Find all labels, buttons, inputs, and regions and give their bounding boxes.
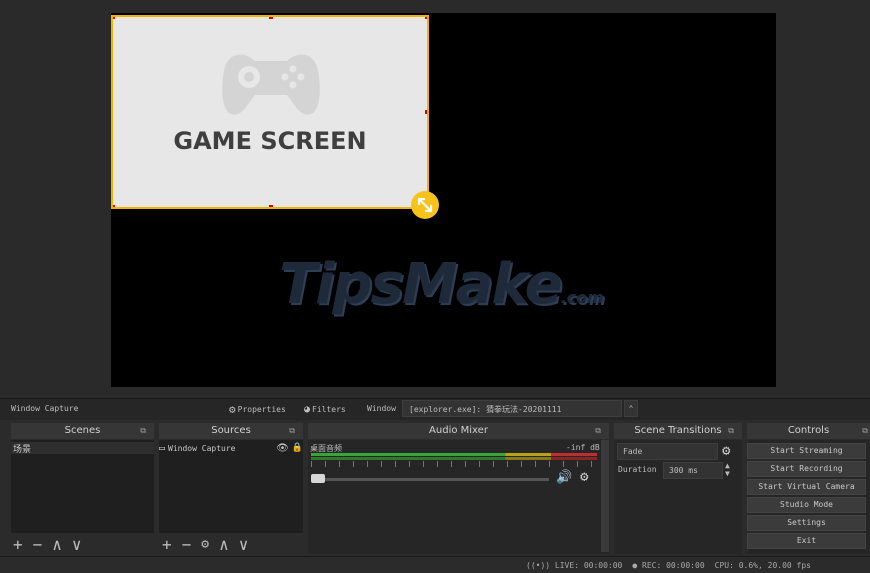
gear-icon: ⚙ <box>229 402 236 416</box>
resize-handle[interactable] <box>113 205 115 207</box>
record-icon: ● <box>632 561 638 570</box>
scene-item[interactable]: 场景 <box>11 442 154 455</box>
float-icon[interactable]: ⧉ <box>140 423 146 439</box>
chevron-updown-icon[interactable]: ⌃ <box>624 400 638 417</box>
move-down-icon[interactable]: ∨ <box>72 535 82 554</box>
start-streaming-button[interactable]: Start Streaming <box>747 443 866 459</box>
float-icon[interactable]: ⧉ <box>595 423 601 439</box>
start-recording-button[interactable]: Start Recording <box>747 461 866 477</box>
scrollbar[interactable] <box>601 440 609 552</box>
selected-source-name: Window Capture <box>11 404 79 413</box>
resize-handle[interactable] <box>269 205 273 207</box>
move-up-icon[interactable]: ∧ <box>52 535 62 554</box>
filter-icon: ◕ <box>304 403 311 415</box>
resize-icon[interactable] <box>411 191 439 219</box>
audio-mixer-title: Audio Mixer <box>429 425 488 436</box>
controls-title: Controls <box>787 425 830 436</box>
resize-handle[interactable] <box>113 17 115 19</box>
volume-slider[interactable] <box>311 478 549 481</box>
window-select[interactable]: [explorer.exe]: 猜拳玩法-20201111 <box>402 400 622 417</box>
start-virtual-camera-button[interactable]: Start Virtual Camera <box>747 479 866 495</box>
live-status: ((•)) LIVE: 00:00:00 <box>526 561 622 570</box>
move-down-icon[interactable]: ∨ <box>239 535 249 554</box>
rec-time: REC: 00:00:00 <box>642 561 705 570</box>
gamepad-icon <box>222 54 320 115</box>
scenes-title: Scenes <box>64 425 101 436</box>
game-screen-source[interactable]: GAME SCREEN <box>111 15 429 209</box>
float-icon[interactable]: ⧉ <box>289 423 295 439</box>
properties-label: Properties <box>237 404 286 414</box>
game-screen-label: GAME SCREEN <box>173 127 367 155</box>
resize-handle[interactable] <box>425 17 427 19</box>
speaker-icon[interactable]: 🔊 <box>556 470 572 485</box>
cpu-status: CPU: 0.6%, 20.00 fps <box>714 561 811 570</box>
add-icon[interactable]: + <box>13 535 23 554</box>
scenes-toolbar: + − ∧ ∨ <box>13 533 82 555</box>
sources-title: Sources <box>211 425 251 436</box>
source-item[interactable]: ▭ Window Capture 👁 🔒 <box>159 442 303 454</box>
source-item-label: Window Capture <box>168 443 236 453</box>
meter-ticks <box>311 461 597 467</box>
live-time: LIVE: 00:00:00 <box>554 561 623 570</box>
duration-input[interactable]: 300 ms <box>663 462 723 479</box>
volume-meter <box>311 453 597 456</box>
controls-dock-header: Controls ⧉ <box>747 423 870 439</box>
gear-icon[interactable]: ⚙ <box>580 469 588 485</box>
sources-dock-header: Sources ⧉ <box>159 423 303 439</box>
duration-label: Duration <box>618 465 657 474</box>
scenes-dock-header: Scenes ⧉ <box>11 423 154 439</box>
transitions-dock-header: Scene Transitions ⧉ <box>614 423 742 439</box>
add-icon[interactable]: + <box>162 535 172 554</box>
status-info: ((•)) LIVE: 00:00:00 ● REC: 00:00:00 CPU… <box>526 561 811 570</box>
resize-handle[interactable] <box>425 110 427 114</box>
volume-slider-handle[interactable] <box>311 474 325 483</box>
watermark: TipsMake.com <box>279 252 609 332</box>
watermark-text: TipsMake <box>279 252 563 317</box>
studio-mode-button[interactable]: Studio Mode <box>747 497 866 513</box>
mixer-db-readout: -inf dB <box>566 443 600 452</box>
rec-status: ● REC: 00:00:00 <box>632 561 704 570</box>
spin-icon[interactable]: ▲ ▼ <box>725 462 730 478</box>
float-icon[interactable]: ⧉ <box>728 423 734 439</box>
eye-icon[interactable]: 👁 <box>276 443 289 454</box>
filters-button[interactable]: ◕ Filters <box>304 402 346 416</box>
move-up-icon[interactable]: ∧ <box>219 535 229 554</box>
remove-icon[interactable]: − <box>182 535 192 554</box>
exit-button[interactable]: Exit <box>747 533 866 549</box>
window-label: Window <box>367 404 396 413</box>
float-icon[interactable]: ⧉ <box>862 423 868 439</box>
gear-icon[interactable]: ⚙ <box>201 537 209 552</box>
sources-toolbar: + − ⚙ ∧ ∨ <box>162 533 248 555</box>
filters-label: Filters <box>312 404 346 414</box>
broadcast-icon: ((•)) <box>526 561 551 570</box>
properties-button[interactable]: ⚙ Properties <box>229 402 286 416</box>
transitions-title: Scene Transitions <box>634 425 722 436</box>
resize-handle[interactable] <box>269 17 273 19</box>
lock-icon[interactable]: 🔒 <box>292 443 303 453</box>
volume-meter <box>311 457 597 460</box>
transition-select[interactable]: Fade <box>617 443 718 460</box>
remove-icon[interactable]: − <box>33 535 43 554</box>
settings-button[interactable]: Settings <box>747 515 866 531</box>
monitor-icon: ▭ <box>159 442 166 454</box>
audio-mixer-dock-header: Audio Mixer ⧉ <box>308 423 609 439</box>
watermark-suffix: .com <box>560 288 604 307</box>
gear-icon[interactable]: ⚙ <box>722 443 730 459</box>
